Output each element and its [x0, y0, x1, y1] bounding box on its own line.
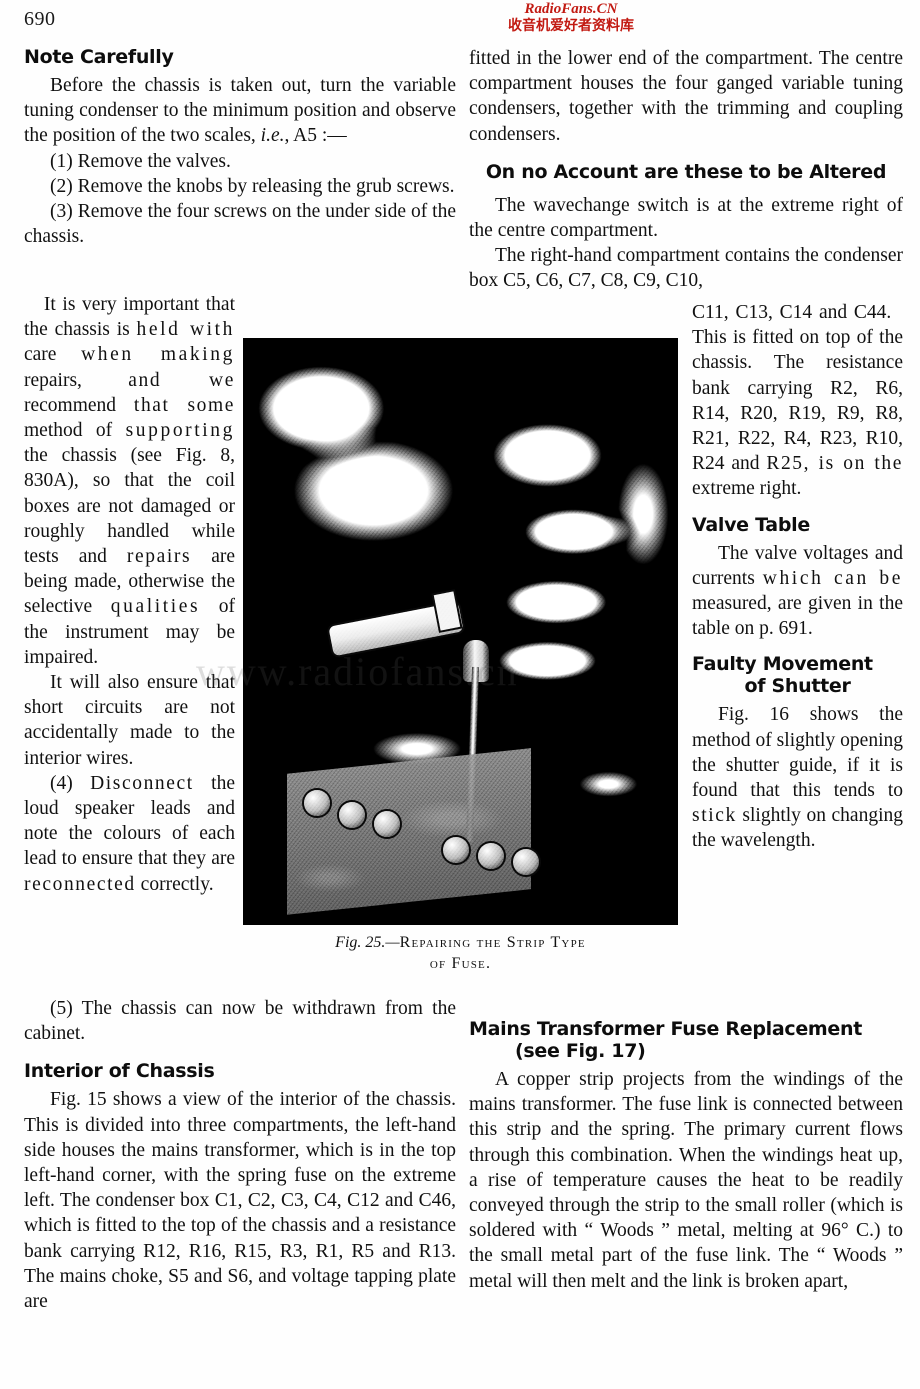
paragraph-step-5: (5) The chassis can now be withdrawn fro…	[24, 998, 456, 1045]
heading-faulty-line-2: of Shutter	[744, 675, 851, 698]
watermark-english: RadioFans.CN	[524, 1, 618, 17]
heading-interior-of-chassis: Interior of Chassis	[24, 1060, 215, 1083]
figure-number: Fig. 25.—	[335, 934, 400, 951]
paragraph-step-2: (2) Remove the knobs by releasing the gr…	[50, 175, 455, 197]
right-column-narrow: C11, C13, C14 and C44. This is fitted on…	[692, 300, 903, 854]
paragraph-valve-table: The valve voltages and currents which ca…	[692, 542, 903, 640]
paragraph-faulty-movement: Fig. 16 shows the method of slightly ope…	[692, 704, 903, 852]
paragraph-step-3: (3) Remove the four screws on the under …	[24, 201, 456, 248]
right-column-top: fitted in the lower end of the compartme…	[469, 46, 903, 294]
heading-mains-transformer-fuse: Mains Transformer Fuse Replacement (see F…	[469, 1018, 903, 1062]
heading-mains-line-2: (see Fig. 17)	[515, 1040, 646, 1062]
paragraph-right-hand-compartment: The right-hand compartment contains the …	[469, 245, 903, 292]
heading-on-no-account: On no Account are these to be Altered	[485, 160, 887, 183]
right-column-bottom: Mains Transformer Fuse Replacement (see F…	[469, 1018, 903, 1294]
paragraph-wavechange-switch: The wavechange switch is at the extreme …	[469, 194, 903, 242]
heading-note-carefully: Note Carefully	[24, 46, 174, 68]
scan-watermark: RadioFans.CN 收音机爱好者资料库	[508, 1, 634, 34]
left-column-bottom: (5) The chassis can now be withdrawn fro…	[24, 996, 456, 1314]
heading-valve-table: Valve Table	[692, 513, 810, 536]
paragraph-right-hand-continued: C11, C13, C14 and C44. This is fitted on…	[692, 302, 903, 500]
figure-caption: Fig. 25.—Repairing the Strip Type of Fus…	[243, 932, 678, 974]
heading-mains-line-1: Mains Transformer Fuse Replacement	[469, 1018, 863, 1040]
paragraph-before-chassis: Before the chassis is taken out, turn th…	[24, 75, 456, 147]
heading-faulty-line-1: Faulty Movement	[692, 653, 873, 676]
italic-ie: i.e.	[260, 125, 285, 147]
figure-photograph	[243, 338, 678, 925]
paragraph-interior-of-chassis: Fig. 15 shows a view of the interior of …	[24, 1089, 456, 1313]
page-number: 690	[24, 8, 56, 30]
paragraph-fitted-lower-end: fitted in the lower end of the compartme…	[469, 48, 903, 145]
watermark-chinese: 收音机爱好者资料库	[508, 17, 634, 34]
heading-faulty-movement: Faulty Movement of Shutter	[692, 653, 903, 697]
left-column-top: Note Carefully Before the chassis is tak…	[24, 46, 456, 249]
document-page: 690 RadioFans.CN 收音机爱好者资料库 Note Carefull…	[0, 0, 920, 1389]
figure-caption-line-2: of Fuse.	[429, 955, 492, 972]
paragraph-important: It is very important that the chassis is…	[24, 294, 236, 668]
paragraph-mains-transformer-fuse: A copper strip projects from the winding…	[469, 1069, 903, 1292]
paragraph-step-1: (1) Remove the valves.	[50, 150, 231, 172]
photo-halftone-grain	[243, 338, 678, 925]
paragraph-step-4: (4) Disconnect the loud speaker leads an…	[24, 772, 235, 895]
left-column-narrow: It is very important that the chassis is…	[24, 292, 235, 897]
figure-caption-line-1: Repairing the Strip Type	[399, 934, 586, 951]
paragraph-will-also-ensure: It will also ensure that short circuits …	[24, 672, 235, 769]
